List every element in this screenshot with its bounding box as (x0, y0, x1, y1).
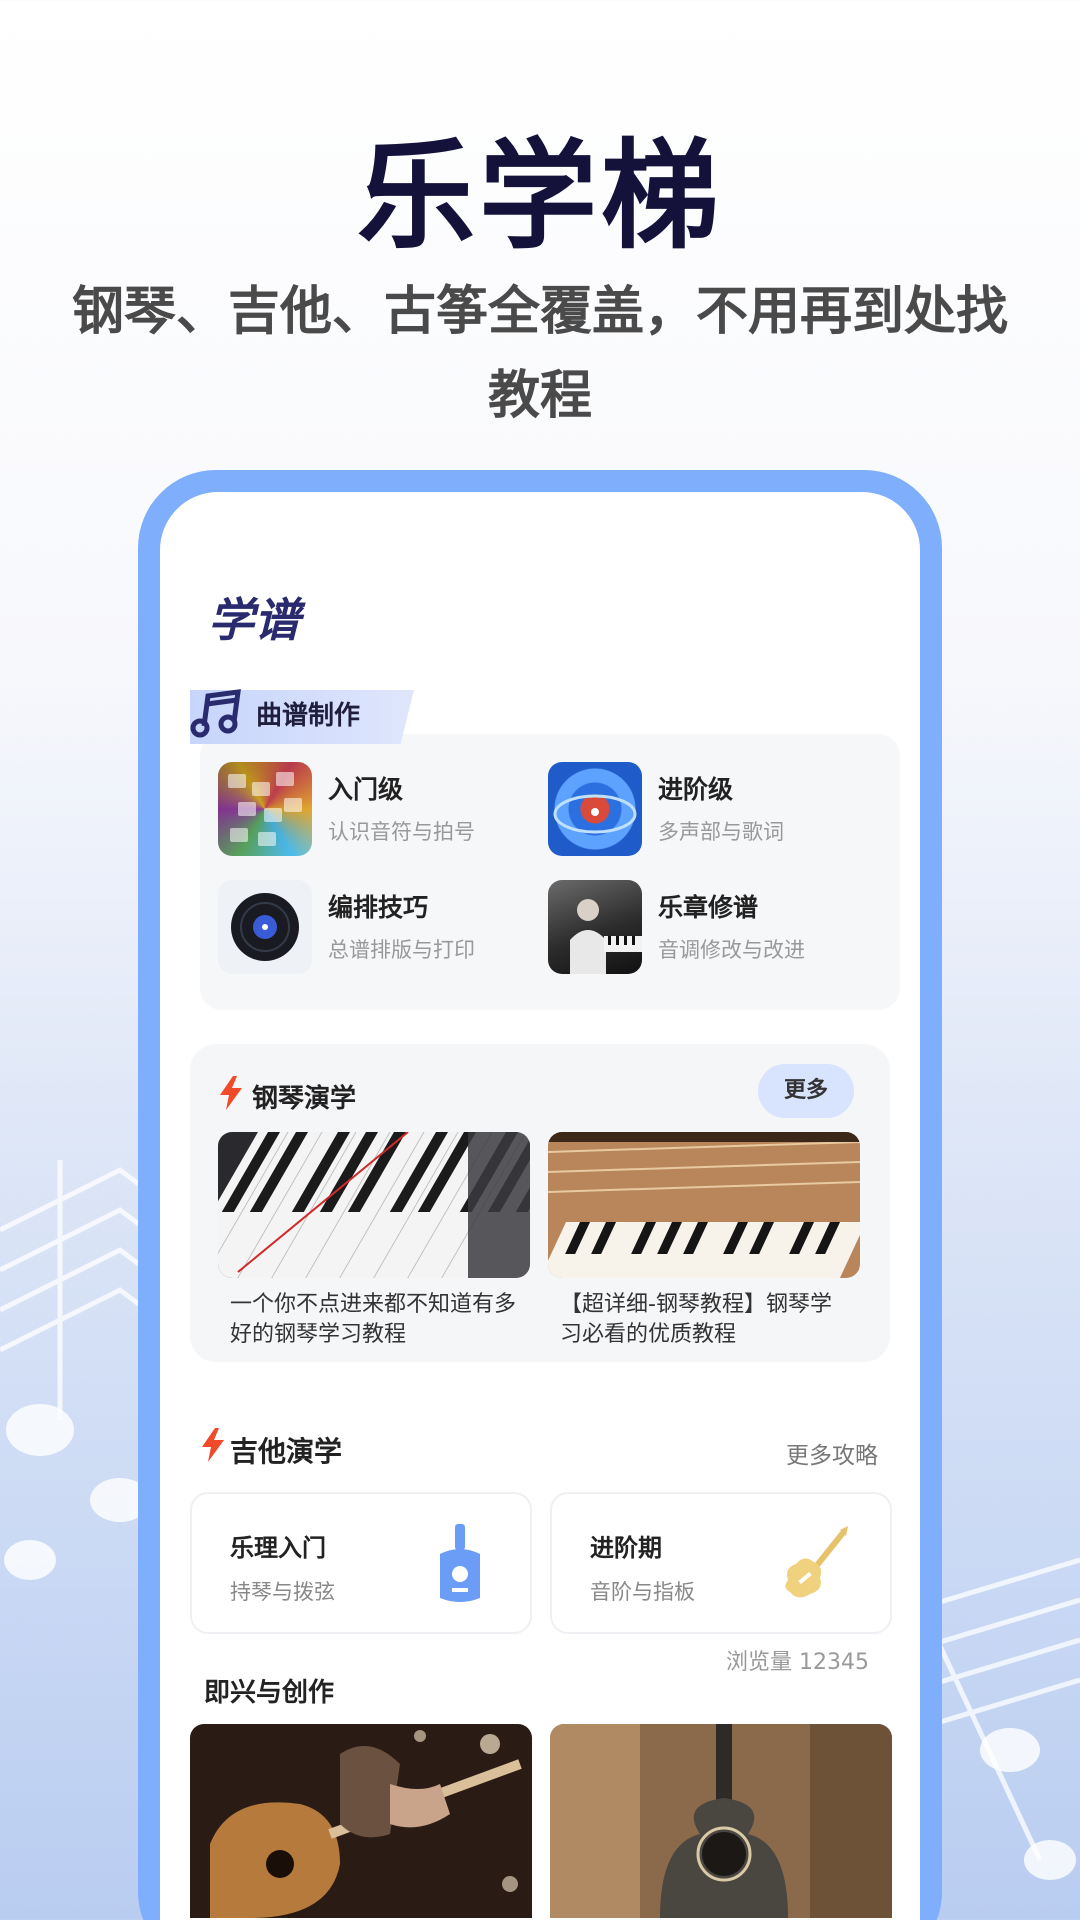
item-subtitle: 总谱排版与打印 (328, 938, 475, 962)
piano-photo-2[interactable] (548, 1132, 860, 1278)
view-count: 浏览量 12345 (726, 1650, 869, 1675)
electric-guitar-icon (785, 1526, 848, 1598)
subsection-label: 即兴与创作 (204, 1678, 335, 1708)
lightning-icon (220, 1076, 242, 1110)
black-disc-image (218, 880, 312, 974)
guitar-photo-2[interactable] (550, 1724, 892, 1918)
app-headline: 乐学梯 (356, 127, 723, 265)
item-title: 编排技巧 (328, 893, 429, 922)
card-subtitle: 持琴与拨弦 (230, 1580, 335, 1604)
card-subtitle: 音阶与指板 (590, 1580, 695, 1604)
score-item-beginner[interactable]: 入门级 认识音符与拍号 (218, 762, 548, 858)
item-title: 进阶级 (658, 775, 734, 804)
section-label-guitar: 吉他演学 (230, 1435, 343, 1468)
score-item-revision[interactable]: 乐章修谱 音调修改与改进 (548, 880, 878, 976)
item-subtitle: 认识音符与拍号 (328, 820, 475, 844)
guitar-card-basics[interactable]: 乐理入门 持琴与拨弦 (190, 1492, 532, 1634)
piano-caption-2: 【超详细-钢琴教程】钢琴学习必看的优质教程 (560, 1292, 832, 1347)
guitar-blue-icon (440, 1524, 480, 1602)
lightning-icon (202, 1428, 224, 1462)
section-label-piano: 钢琴演学 (252, 1084, 357, 1114)
item-title: 入门级 (328, 775, 404, 804)
card-title: 进阶期 (590, 1534, 662, 1562)
item-subtitle: 音调修改与改进 (658, 938, 805, 962)
score-item-arrangement[interactable]: 编排技巧 总谱排版与打印 (218, 880, 548, 976)
item-title: 乐章修谱 (658, 893, 759, 922)
blue-vinyl-image (548, 762, 642, 856)
guitar-photo-1[interactable] (190, 1724, 532, 1918)
pianist-photo (548, 880, 642, 974)
phone-frame: 学谱 曲谱制作 入门级 认识音符与拍号 进阶级 多声部与歌词 编排技巧 总谱排版… (138, 470, 942, 1920)
card-title: 乐理入门 (230, 1534, 326, 1562)
more-strategies-link[interactable]: 更多攻略 (786, 1436, 878, 1470)
guitar-card-advanced[interactable]: 进阶期 音阶与指板 (550, 1492, 892, 1634)
colorful-notes-image (218, 762, 312, 856)
app-tagline: 钢琴、吉他、古筝全覆盖，不用再到处找教程 (71, 282, 1008, 426)
item-subtitle: 多声部与歌词 (658, 820, 784, 844)
music-note-icon (190, 689, 241, 738)
app-screen: 学谱 曲谱制作 入门级 认识音符与拍号 进阶级 多声部与歌词 编排技巧 总谱排版… (160, 492, 920, 1920)
score-item-advanced[interactable]: 进阶级 多声部与歌词 (548, 762, 878, 858)
section-label-score: 曲谱制作 (256, 701, 361, 731)
piano-caption-1: 一个你不点进来都不知道有多好的钢琴学习教程 (230, 1292, 517, 1347)
more-button[interactable]: 更多 (758, 1064, 854, 1118)
page-title: 学谱 (208, 593, 300, 647)
piano-photo-1[interactable] (218, 1132, 530, 1278)
